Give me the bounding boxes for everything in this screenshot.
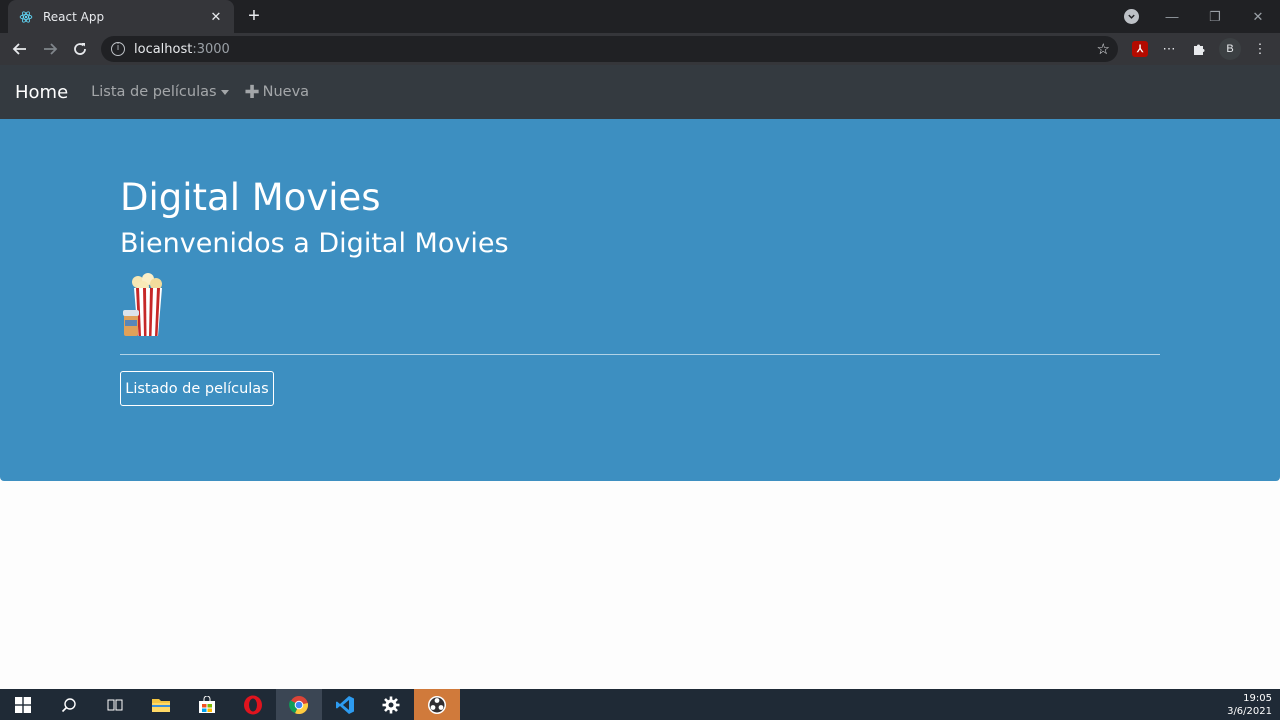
vscode-icon[interactable] [322, 689, 368, 720]
search-icon[interactable] [46, 689, 92, 720]
tab-search-icon[interactable] [1124, 9, 1139, 24]
back-icon[interactable] [8, 37, 32, 61]
pdf-extension-icon[interactable]: ⅄ [1132, 41, 1148, 57]
chrome-menu-icon[interactable]: ⋮ [1250, 39, 1270, 59]
more-extension-icon[interactable]: ⋯ [1159, 39, 1179, 59]
obs-icon[interactable] [414, 689, 460, 720]
react-logo-icon [18, 9, 34, 25]
page-title: Digital Movies [120, 176, 381, 219]
reload-icon[interactable] [68, 37, 92, 61]
system-clock[interactable]: 19:05 3/6/2021 [1227, 692, 1272, 718]
clock-time: 19:05 [1243, 693, 1272, 704]
task-view-icon[interactable] [92, 689, 138, 720]
jumbotron [0, 119, 1280, 481]
file-explorer-icon[interactable] [138, 689, 184, 720]
navbar-brand-home[interactable]: Home [15, 82, 68, 103]
tab-close-icon[interactable]: ✕ [208, 9, 224, 25]
store-icon[interactable] [184, 689, 230, 720]
movies-list-dropdown-label: Lista de películas [91, 84, 217, 100]
popcorn-icon [122, 272, 166, 338]
plus-icon: ✚ [244, 81, 260, 103]
new-movie-link[interactable]: ✚ Nueva [245, 82, 310, 103]
windows-taskbar: 19:05 3/6/2021 [0, 689, 1280, 720]
opera-icon[interactable] [230, 689, 276, 720]
movies-list-dropdown[interactable]: Lista de películas [91, 84, 229, 100]
url-port: :3000 [192, 41, 230, 57]
address-bar[interactable]: i localhost:3000 ☆ [101, 36, 1118, 62]
url-host: localhost [134, 41, 193, 57]
caret-down-icon [220, 89, 229, 95]
maximize-button[interactable]: ❐ [1193, 0, 1237, 33]
site-info-icon[interactable]: i [111, 42, 125, 56]
profile-avatar[interactable]: B [1219, 38, 1241, 60]
bookmark-star-icon[interactable]: ☆ [1097, 40, 1110, 58]
browser-tab-strip: React App ✕ + — ❐ ✕ [0, 0, 1280, 33]
minimize-button[interactable]: — [1150, 0, 1194, 33]
new-movie-label: Nueva [262, 84, 310, 100]
settings-gear-icon[interactable] [368, 689, 414, 720]
chrome-taskbar-icon[interactable] [276, 689, 322, 720]
forward-icon[interactable] [38, 37, 62, 61]
jumbotron-divider [120, 354, 1160, 355]
movies-list-button[interactable]: Listado de películas [120, 371, 274, 406]
windows-start-icon[interactable] [0, 689, 46, 720]
extensions-puzzle-icon[interactable] [1189, 39, 1209, 59]
tab-title: React App [43, 9, 105, 24]
browser-toolbar: i localhost:3000 ☆ ⅄ ⋯ B ⋮ [0, 33, 1280, 65]
clock-date: 3/6/2021 [1227, 706, 1272, 717]
browser-tab[interactable]: React App ✕ [8, 0, 234, 33]
page-subtitle: Bienvenidos a Digital Movies [120, 228, 509, 259]
window-close-button[interactable]: ✕ [1236, 0, 1280, 33]
new-tab-button[interactable]: + [243, 5, 265, 27]
app-navbar: Home Lista de películas ✚ Nueva [0, 65, 1280, 119]
